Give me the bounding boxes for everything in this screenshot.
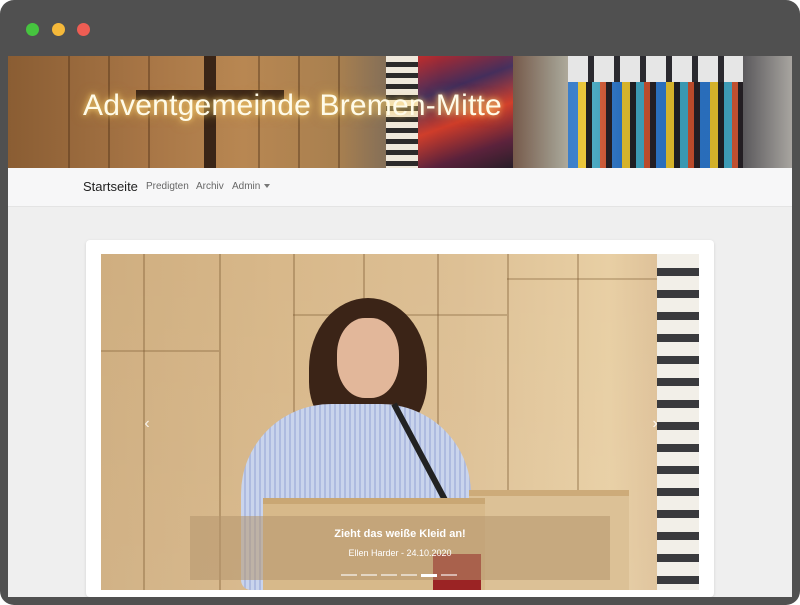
nav-item-admin-label: Admin <box>232 181 261 192</box>
caret-down-icon <box>264 184 271 189</box>
window-titlebar <box>0 0 800 56</box>
nav-brand-startseite[interactable]: Startseite <box>83 179 138 194</box>
carousel-indicator[interactable] <box>341 574 357 576</box>
carousel-indicator[interactable] <box>441 574 457 576</box>
carousel-indicator[interactable] <box>421 574 437 577</box>
page-viewport: Adventgemeinde Bremen-Mitte Startseite P… <box>8 56 792 597</box>
window-close-button[interactable] <box>77 23 90 36</box>
window-minimize-button[interactable] <box>52 23 65 36</box>
carousel-indicators <box>341 574 461 578</box>
nav-item-admin-dropdown[interactable]: Admin <box>232 181 271 192</box>
nav-item-predigten[interactable]: Predigten <box>146 181 189 192</box>
chevron-left-icon[interactable]: ‹ <box>137 414 157 434</box>
sermon-carousel[interactable]: ‹ › Zieht das weiße Kleid an! Ellen Hard… <box>101 254 699 590</box>
sermon-title[interactable]: Zieht das weiße Kleid an! <box>190 528 610 540</box>
site-title[interactable]: Adventgemeinde Bremen-Mitte <box>83 89 502 123</box>
browser-window: Adventgemeinde Bremen-Mitte Startseite P… <box>0 0 800 605</box>
nav-item-archiv[interactable]: Archiv <box>196 181 224 192</box>
window-zoom-button[interactable] <box>26 23 39 36</box>
sermon-speaker-date: Ellen Harder - 24.10.2020 <box>348 548 452 558</box>
main-navbar: Startseite Predigten Archiv Admin <box>8 168 792 207</box>
carousel-indicator[interactable] <box>381 574 397 576</box>
header-banner: Adventgemeinde Bremen-Mitte <box>8 56 792 168</box>
carousel-indicator[interactable] <box>401 574 417 576</box>
carousel-indicator[interactable] <box>361 574 377 576</box>
slide-caption: Zieht das weiße Kleid an! Ellen Harder -… <box>190 516 610 580</box>
chevron-right-icon[interactable]: › <box>645 414 665 434</box>
content-card: ‹ › Zieht das weiße Kleid an! Ellen Hard… <box>86 240 714 597</box>
